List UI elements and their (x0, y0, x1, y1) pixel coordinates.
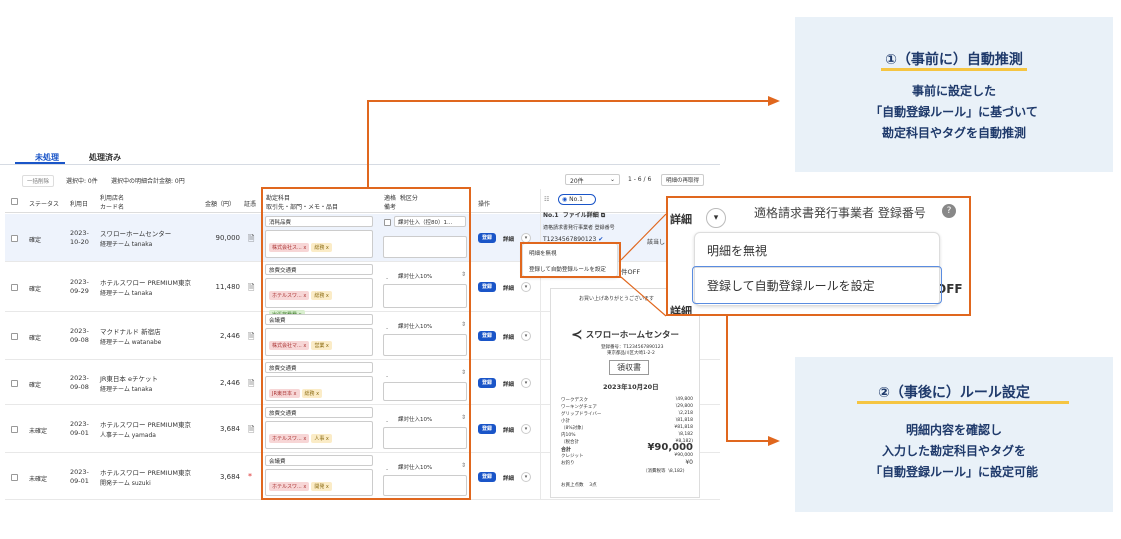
arrow-to-callout1 (367, 100, 768, 188)
callout2-title: ②（事後に）ルール設定 (878, 385, 1030, 401)
arrow-to-callout2 (726, 316, 768, 442)
zoom-line-2 (620, 276, 667, 317)
callout1-line2: 「自動登録ルール」に基づいて (870, 105, 1038, 119)
callout2-line1: 明細内容を確認し (905, 423, 1002, 437)
callout2-body: 明細内容を確認し 入力した勘定科目やタグを 「自動登録ルール」に設定可能 (795, 420, 1113, 483)
callout1-body: 事前に設定した 「自動登録ルール」に基づいて 勘定科目やタグを自動推測 (795, 81, 1113, 144)
zoom-line-1 (620, 213, 667, 261)
callout-rule-setting: ②（事後に）ルール設定 明細内容を確認し 入力した勘定科目やタグを 「自動登録ル… (795, 357, 1113, 512)
arrowhead-2 (768, 436, 780, 446)
arrowhead-1 (768, 96, 780, 106)
callout1-line3: 勘定科目やタグを自動推測 (881, 126, 1026, 140)
callout2-line3: 「自動登録ルール」に設定可能 (869, 465, 1038, 479)
composite-screenshot: 未処理 処理済み 一括削除 選択中: 0件 選択中の明細合計金額: 0円 20件… (0, 0, 1121, 539)
callout2-line2: 入力した勘定科目やタグを (881, 444, 1026, 458)
callout1-underline (881, 68, 1027, 71)
callout-auto-infer: ①（事前に）自動推測 事前に設定した 「自動登録ルール」に基づいて 勘定科目やタ… (795, 17, 1113, 172)
callout1-title: ①（事前に）自動推測 (885, 52, 1023, 68)
callout2-underline (857, 401, 1069, 404)
callout1-line1: 事前に設定した (911, 84, 996, 98)
